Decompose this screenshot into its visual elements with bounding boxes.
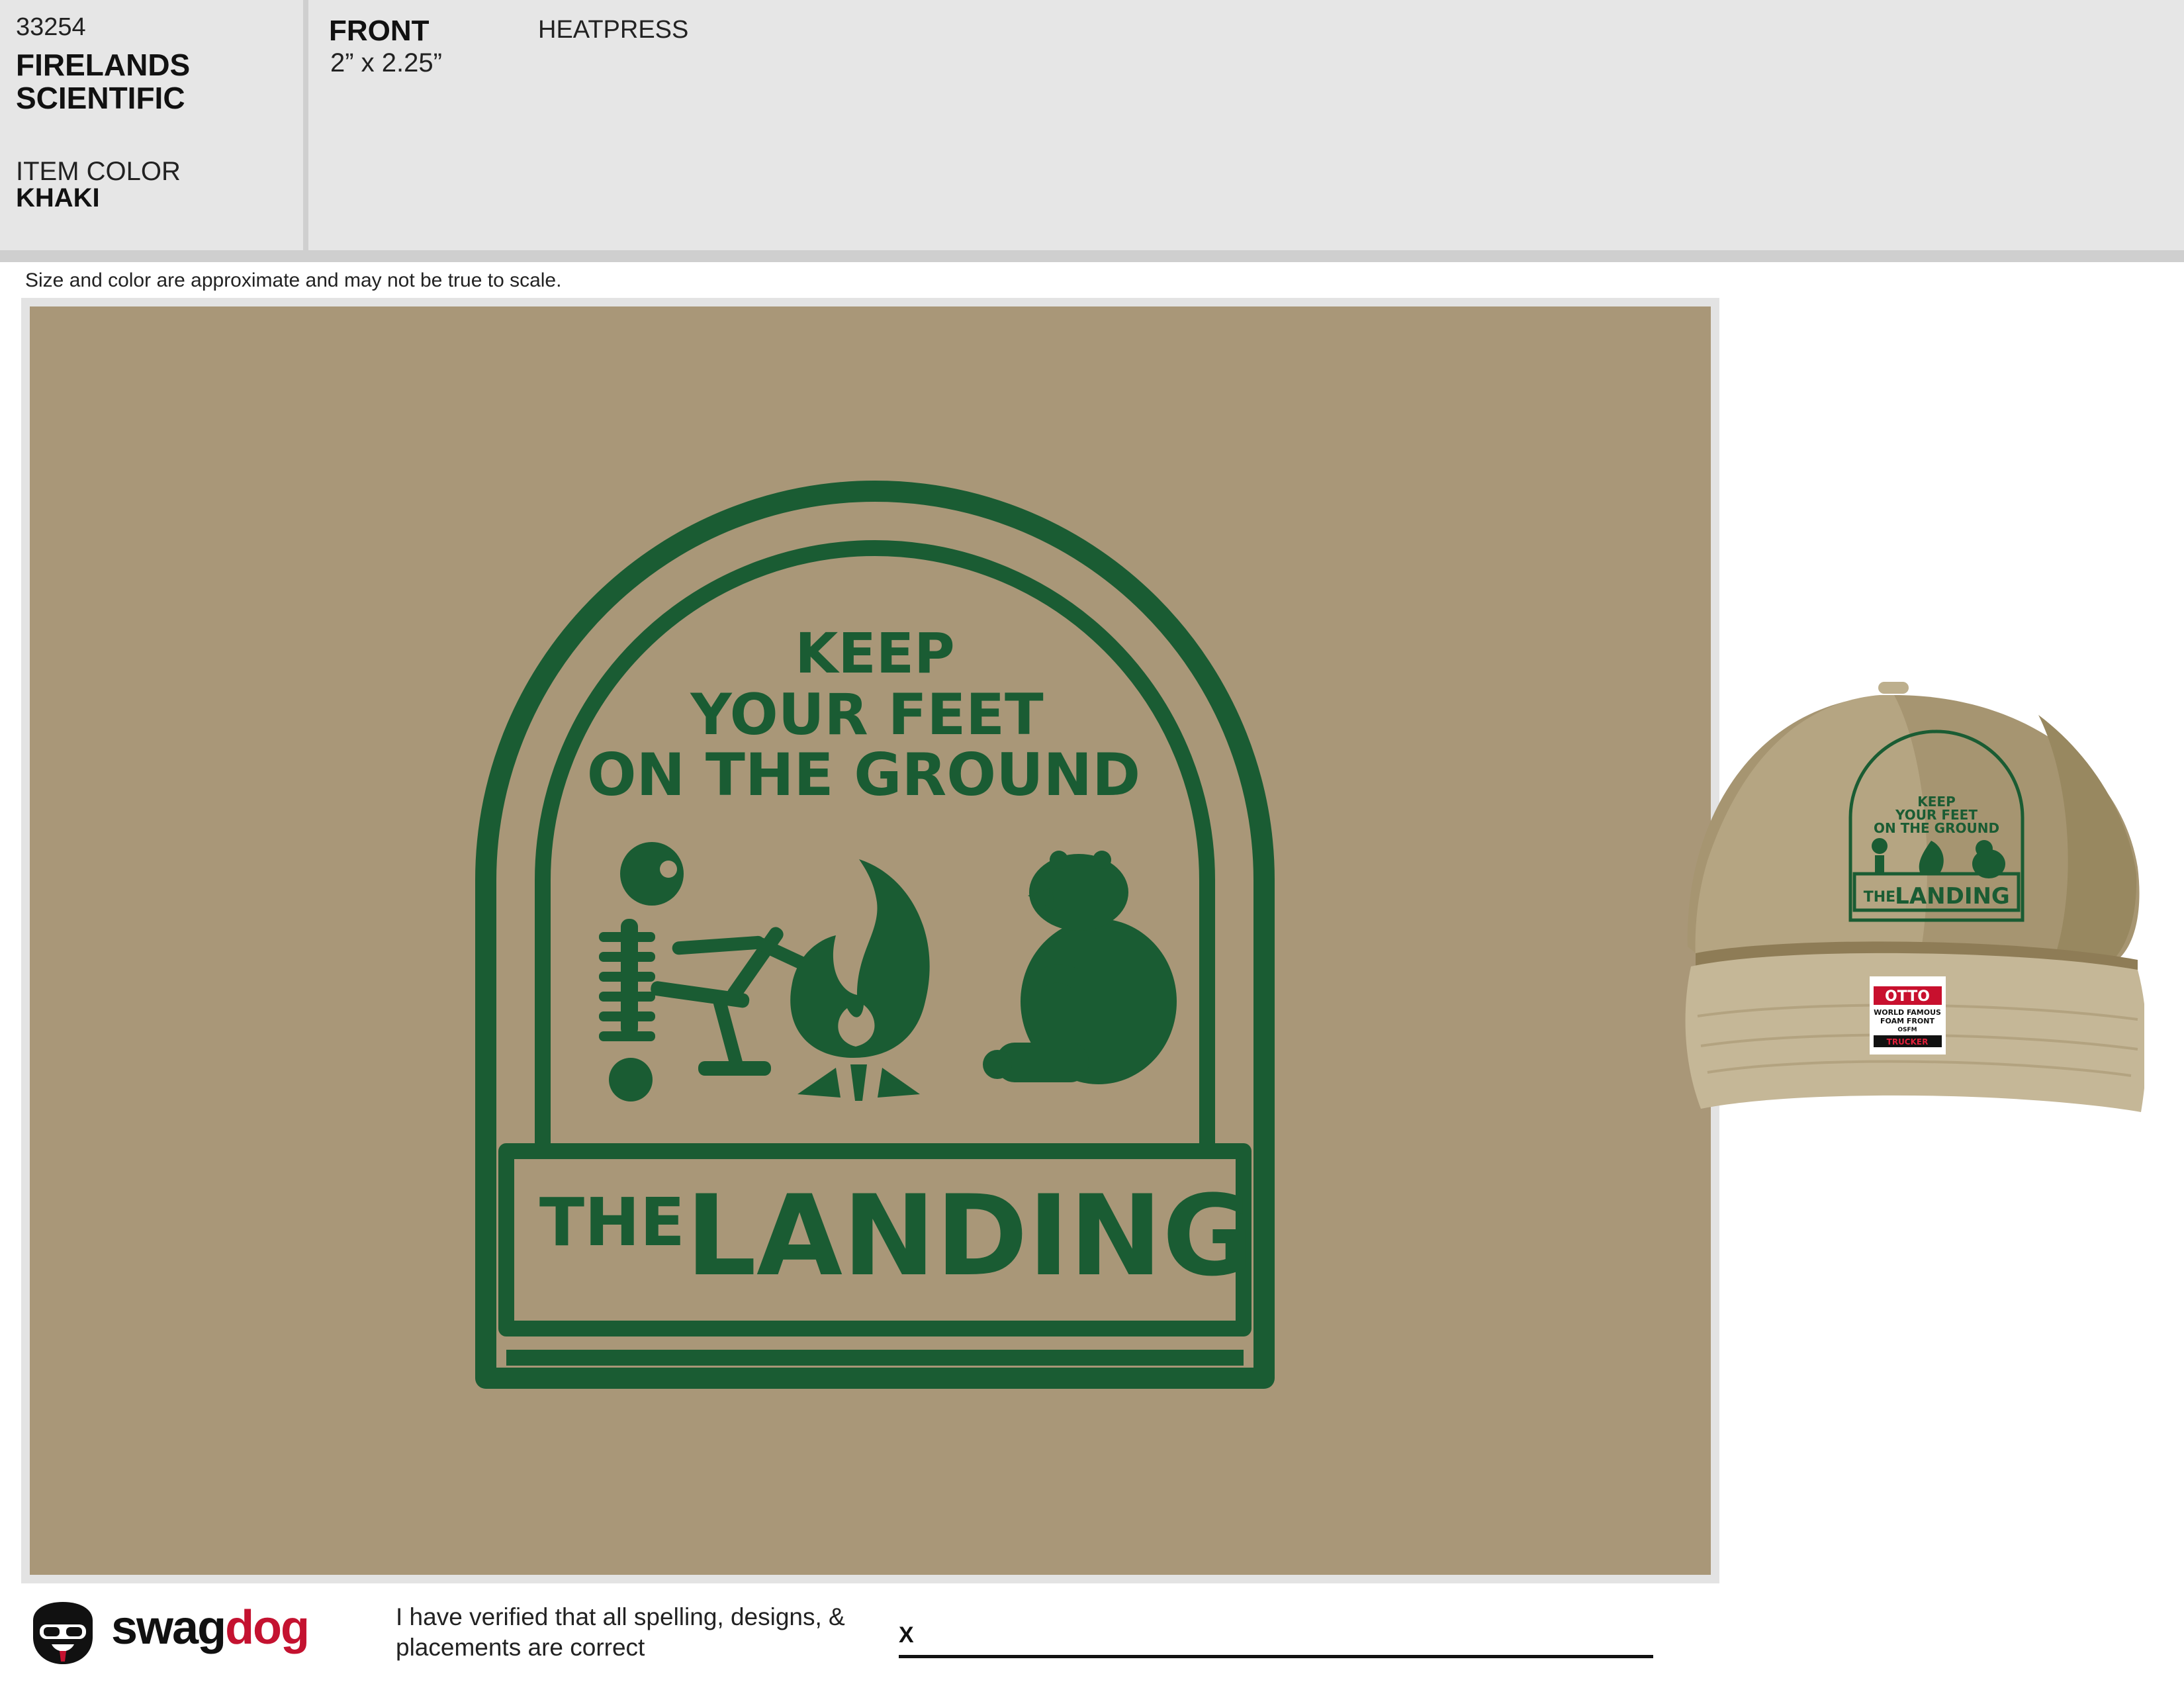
hat-label-brand: OTTO	[1885, 988, 1930, 1005]
header-divider	[303, 0, 308, 250]
header-panel	[0, 0, 2184, 250]
hat-label-line-1: WORLD FAMOUS	[1874, 1008, 1941, 1017]
brand-dog: dog	[225, 1601, 310, 1654]
hat-banner-landing: LANDING	[1895, 883, 2010, 910]
hat-slogan-line-3: ON THE GROUND	[1874, 820, 1999, 836]
campfire-icon	[790, 859, 930, 1101]
swagdog-wordmark: swagdog	[111, 1601, 310, 1655]
bear-figure	[983, 851, 1177, 1084]
slogan-line-1: KEEP	[795, 621, 954, 686]
design-artwork: KEEP YOUR FEET ON THE GROUND THE LANDING	[475, 481, 1275, 1389]
header-rule	[0, 250, 2184, 262]
placement-size: 2” x 2.25”	[330, 48, 442, 77]
client-name: FIRELANDS SCIENTIFIC	[16, 48, 191, 115]
banner-the: THE	[539, 1184, 685, 1261]
item-color-label: ITEM COLOR	[16, 157, 181, 186]
hat-product-preview: KEEP YOUR FEET ON THE GROUND THE LANDING…	[1685, 682, 2144, 1112]
decoration-method: HEATPRESS	[538, 16, 689, 44]
hat-label-line-3: OSFM	[1897, 1027, 1917, 1033]
disclaimer: Size and color are approximate and may n…	[25, 269, 562, 291]
design-proof-area: KEEP YOUR FEET ON THE GROUND THE LANDING	[30, 306, 1711, 1575]
signature-line[interactable]	[899, 1655, 1653, 1658]
signature-mark: X	[899, 1622, 914, 1648]
slogan-line-3: ON THE GROUND	[587, 741, 1140, 809]
swagdog-logo-icon	[33, 1602, 93, 1664]
verification-statement: I have verified that all spelling, desig…	[396, 1603, 845, 1661]
order-number: 33254	[16, 13, 86, 41]
skeleton-figure	[599, 842, 810, 1102]
item-color-value: KHAKI	[16, 183, 100, 212]
banner-landing: LANDING	[686, 1171, 1253, 1301]
hat-label-style: TRUCKER	[1887, 1037, 1929, 1047]
placement-location: FRONT	[329, 15, 430, 47]
brand-swag: swag	[111, 1601, 226, 1654]
hat-label-line-2: FOAM FRONT	[1880, 1017, 1934, 1025]
slogan-line-2: YOUR FEET	[690, 682, 1044, 748]
hat-banner-the: THE	[1864, 889, 1895, 906]
